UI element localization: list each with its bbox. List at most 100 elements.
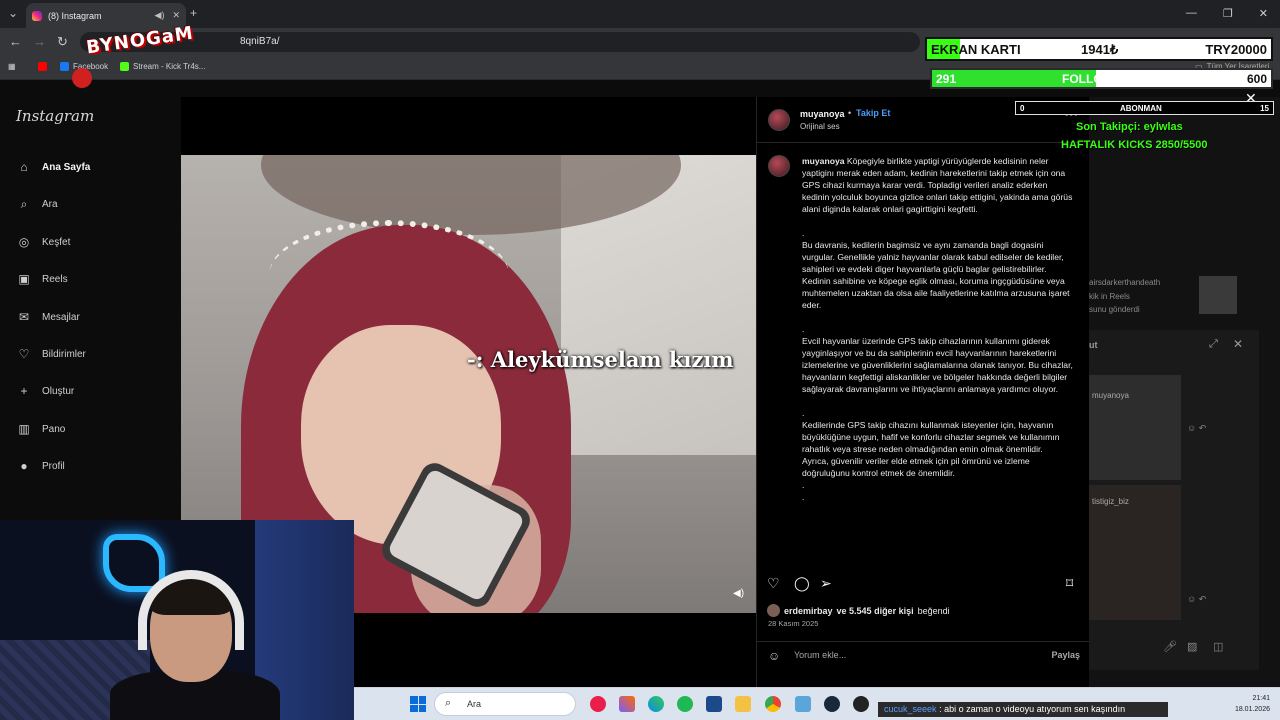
chat-close-icon[interactable]: ✕ xyxy=(1233,337,1243,351)
chat-title: ut xyxy=(1089,340,1098,350)
caption-username[interactable]: muyanoya xyxy=(802,156,845,166)
sidebar-item-pano[interactable]: ▥ Pano xyxy=(16,421,65,437)
original-audio[interactable]: Orijinal ses xyxy=(800,122,840,131)
caption-dot-2: . xyxy=(802,324,805,334)
likes-user[interactable]: erdemirbay xyxy=(784,606,833,616)
steam-icon[interactable] xyxy=(824,696,840,712)
settings-app-icon[interactable] xyxy=(795,696,811,712)
mic-icon[interactable]: 🎤︎ xyxy=(1163,640,1177,653)
subscriber-goal-bar: 0 ABONMAN 15 xyxy=(1015,101,1274,115)
sub-target: 15 xyxy=(1260,104,1269,113)
kick-icon xyxy=(120,62,129,71)
likes-rest[interactable]: ve 5.545 diğer kişi xyxy=(837,606,914,616)
reels-icon: ▣ xyxy=(18,272,30,286)
new-tab-icon[interactable]: + xyxy=(190,6,197,20)
tab-close-icon[interactable]: ✕ xyxy=(172,10,180,21)
sidebar-item-ara[interactable]: ⌕ Ara xyxy=(16,196,58,212)
forward-icon[interactable]: → xyxy=(33,34,46,49)
bookmark-kick-label: Stream - Kick Tr4s... xyxy=(133,62,206,71)
sidebar-item-oluştur[interactable]: + Oluştur xyxy=(16,383,74,399)
chat-username: cucuk_seeek xyxy=(884,704,937,714)
media-player-icon[interactable] xyxy=(590,696,606,712)
sidebar-item-label: Mesajlar xyxy=(42,311,80,323)
caption-paragraph-6: Ayrıca, güvenilir veriler elde etmek içi… xyxy=(802,456,1030,478)
file-explorer-icon[interactable] xyxy=(735,696,751,712)
bookmark-youtube[interactable] xyxy=(38,62,47,71)
sidebar-item-ana-sayfa[interactable]: ⌂ Ana Sayfa xyxy=(16,159,90,175)
tab-list-icon[interactable]: ⌄ xyxy=(8,6,18,20)
reaction-icon-2[interactable]: ☺ ↶ xyxy=(1187,594,1206,605)
comment-input[interactable]: Yorum ekle... xyxy=(794,650,846,660)
tab-instagram[interactable]: (8) Instagram ◀) ✕ xyxy=(26,3,186,28)
caption-dot-3: . xyxy=(802,408,805,418)
reload-icon[interactable]: ↻ xyxy=(57,34,68,50)
expand-icon[interactable]: ⤢ xyxy=(1209,338,1218,351)
followers-goal-bar: 291 FOLLOWERS 600 xyxy=(930,68,1273,89)
save-icon[interactable]: ⌑ xyxy=(1066,575,1073,592)
separator-dot: • xyxy=(848,108,852,118)
heart-icon: ♡ xyxy=(18,347,30,361)
emoji-icon[interactable]: ☺ xyxy=(768,649,780,663)
chat-media-user-2: tistigiz_biz xyxy=(1092,497,1129,506)
sidebar-item-label: Reels xyxy=(42,273,68,285)
caption-avatar[interactable] xyxy=(768,155,790,177)
store-icon[interactable] xyxy=(706,696,722,712)
minimize-icon[interactable]: — xyxy=(1186,7,1197,20)
bookmark-kick[interactable]: Stream - Kick Tr4s... xyxy=(120,62,205,71)
sidebar-item-label: Profil xyxy=(42,460,65,472)
instagram-favicon-icon xyxy=(32,10,42,21)
comment-icon[interactable]: ◯ xyxy=(794,575,810,592)
like-icon[interactable]: ♡ xyxy=(767,575,780,592)
last-follower: Son Takipçi: eylwlas xyxy=(1076,121,1183,133)
reaction-icon[interactable]: ☺ ↶ xyxy=(1187,423,1206,434)
apps-icon[interactable]: ▦ xyxy=(8,62,16,71)
donation-goal-bar: EKRAN KARTI 1941₺ TRY20000 xyxy=(925,37,1273,61)
system-clock[interactable]: 21:41 18.01.2026 xyxy=(1180,693,1270,715)
window-close-icon[interactable]: ✕ xyxy=(1259,7,1268,20)
message-thread[interactable]: airsdarkerthandeath kik in Reels sunu gö… xyxy=(1089,270,1280,320)
chat-message: : abi o zaman o videoyu atıyorum sen kaş… xyxy=(939,704,1126,714)
plus-icon: + xyxy=(20,384,28,398)
thread-thumbnail xyxy=(1199,276,1237,314)
obs-icon[interactable] xyxy=(853,696,869,712)
post-username[interactable]: muyanoya xyxy=(800,109,845,119)
share-icon[interactable]: ➢ xyxy=(820,575,832,592)
instagram-logo[interactable]: Instagram xyxy=(16,107,94,125)
chat-media-2[interactable]: tistigiz_biz xyxy=(1089,485,1181,620)
chat-window: ut ⤢ ✕ muyanoya tistigiz_biz ☺ ↶ ☺ ↶ 🎤︎ … xyxy=(1089,330,1259,670)
sidebar-item-keşfet[interactable]: ◎ Keşfet xyxy=(16,234,71,250)
chrome-icon[interactable] xyxy=(765,696,781,712)
sidebar-item-label: Ana Sayfa xyxy=(42,161,91,173)
post-comment-button[interactable]: Paylaş xyxy=(1051,650,1080,660)
follow-button[interactable]: Takip Et xyxy=(856,108,890,118)
restore-icon[interactable]: ❐ xyxy=(1223,7,1233,20)
comment-box: ☺ Yorum ekle... Paylaş xyxy=(757,641,1090,667)
taskbar-search[interactable]: ⌕ Ara xyxy=(434,692,576,716)
caption-dot-1: . xyxy=(802,228,805,238)
avatar[interactable] xyxy=(768,109,790,131)
image-icon[interactable]: ▨ xyxy=(1187,640,1197,653)
sidebar-item-reels[interactable]: ▣ Reels xyxy=(16,271,68,287)
start-icon[interactable] xyxy=(410,696,426,712)
volume-icon[interactable]: ◀) xyxy=(733,588,744,599)
likes-suffix: beğendi xyxy=(917,605,950,616)
sidebar-item-label: Ara xyxy=(42,198,58,210)
edge-icon[interactable] xyxy=(648,696,664,712)
sidebar-item-label: Keşfet xyxy=(42,236,71,248)
sticker-icon[interactable]: ◫ xyxy=(1213,640,1223,653)
sidebar-item-bildirimler[interactable]: ♡ Bildirimler xyxy=(16,346,86,362)
address-bar[interactable]: 8qniB7a/ xyxy=(80,32,920,52)
likes-summary[interactable]: erdemirbay ve 5.545 diğer kişi beğendi xyxy=(767,604,950,617)
liker-avatar xyxy=(767,604,780,617)
caption-paragraph-5: Kedilerinde GPS takip cihazını kullanmak… xyxy=(802,420,1060,454)
sidebar-item-mesajlar[interactable]: ✉ Mesajlar xyxy=(16,309,80,325)
weekly-kicks: HAFTALIK KICKS 2850/5500 xyxy=(1061,139,1208,151)
chat-media-1[interactable]: muyanoya xyxy=(1089,375,1181,480)
tab-audio-icon[interactable]: ◀) xyxy=(155,10,165,21)
back-icon[interactable]: ← xyxy=(9,34,22,49)
dashboard-icon: ▥ xyxy=(18,422,30,436)
sidebar-item-profil[interactable]: ● Profil xyxy=(16,458,65,474)
clock-time: 21:41 xyxy=(1252,695,1270,702)
spotify-icon[interactable] xyxy=(677,696,693,712)
copilot-icon[interactable] xyxy=(619,696,635,712)
